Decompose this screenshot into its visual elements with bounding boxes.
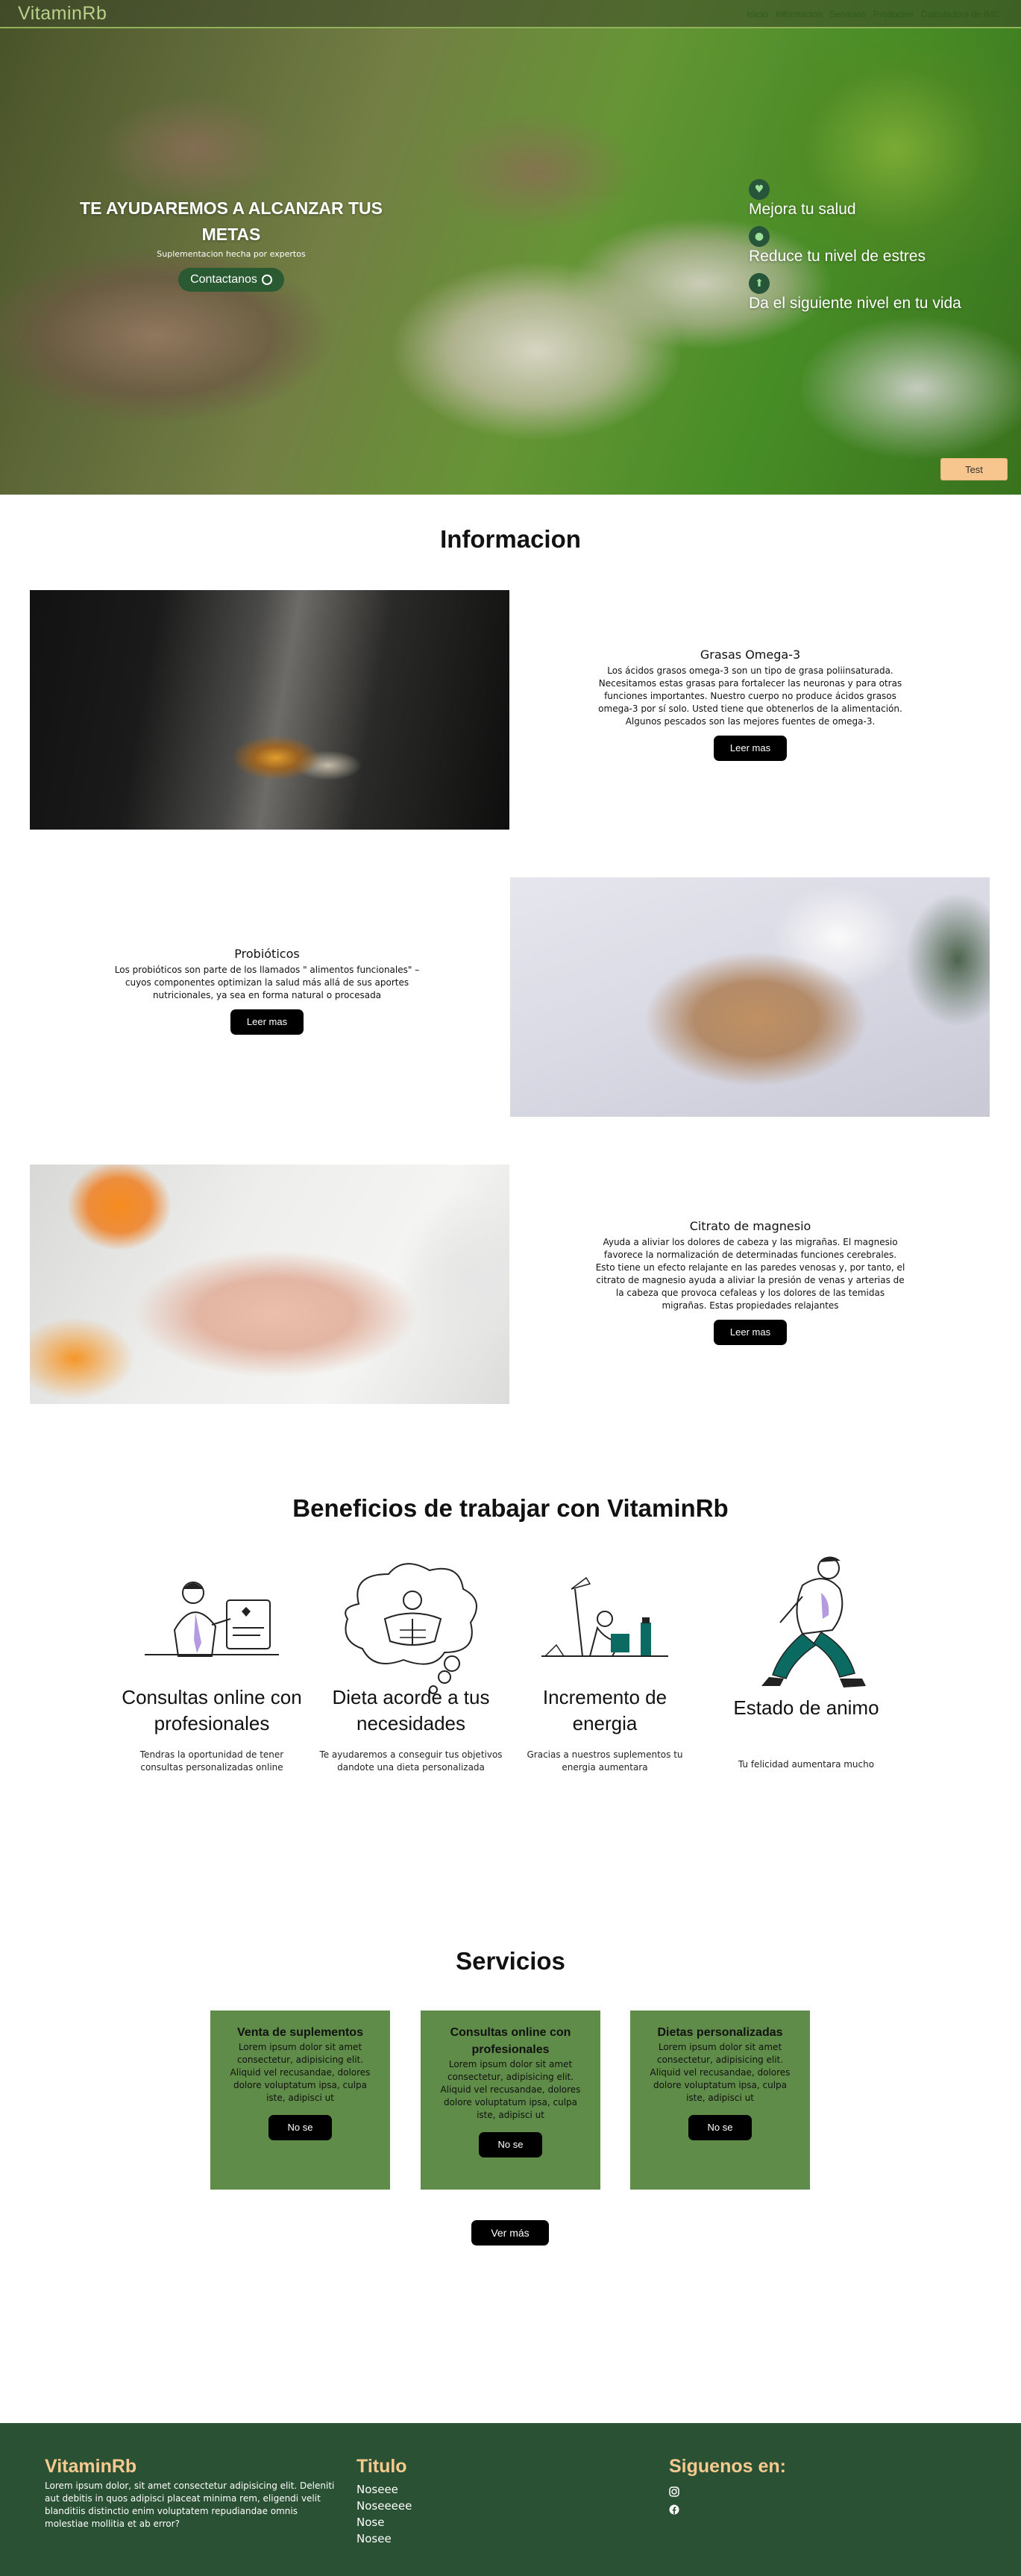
- magnesio-photo: [30, 1165, 509, 1404]
- benefit-text: Te ayudaremos a conseguir tus objetivos …: [319, 1749, 503, 1773]
- footer-link[interactable]: Nosee: [356, 2530, 412, 2547]
- leer-mas-button[interactable]: Leer mas: [713, 736, 788, 761]
- info-item-magnesio: Citrato de magnesio Ayuda a aliviar los …: [594, 1219, 907, 1345]
- no-se-button[interactable]: No se: [478, 2132, 543, 2157]
- hero-title: TE AYUDAREMOS A ALCANZAR TUS METAS: [80, 198, 383, 244]
- hero-intro: TE AYUDAREMOS A ALCANZAR TUS METAS Suple…: [67, 195, 395, 292]
- footer-link[interactable]: Noseeeee: [356, 2498, 412, 2514]
- no-se-button[interactable]: No se: [688, 2115, 753, 2140]
- brain-icon: ●: [749, 226, 770, 247]
- test-button[interactable]: Test: [940, 458, 1008, 480]
- info-item-body: Los probióticos son parte de los llamado…: [114, 965, 420, 1000]
- ver-mas-button[interactable]: Ver más: [471, 2220, 549, 2246]
- benefit-title: Incremento de energia: [542, 1686, 667, 1734]
- facebook-icon[interactable]: [669, 2504, 681, 2516]
- benefit-animo: Estado de animo Tu felicidad aumentara m…: [713, 1552, 899, 1771]
- feature-item: ⬆ Da el siguiente nivel en tu vida: [749, 273, 961, 313]
- footer-links-title: Titulo: [356, 2456, 407, 2477]
- benefit-title: Dieta acorde a tus necesidades: [332, 1686, 490, 1734]
- service-card-title: Dietas personalizadas: [657, 2026, 783, 2039]
- no-se-button[interactable]: No se: [268, 2115, 333, 2140]
- service-card-dietas: Dietas personalizadas Lorem ipsum dolor …: [630, 2011, 810, 2190]
- footer-brand: VitaminRb: [45, 2456, 137, 2477]
- footer-follow-title: Siguenos en:: [669, 2456, 786, 2477]
- benefit-energia: Incremento de energia Gracias a nuestros…: [512, 1559, 698, 1774]
- service-card-consultas: Consultas online con profesionales Lorem…: [421, 2011, 600, 2190]
- feature-label: Reduce tu nivel de estres: [749, 248, 926, 265]
- benefit-text: Tu felicidad aumentara mucho: [738, 1759, 875, 1770]
- benefit-text: Tendras la oportunidad de tener consulta…: [139, 1749, 284, 1773]
- info-item-title: Grasas Omega-3: [700, 648, 801, 662]
- contact-button[interactable]: Contactanos: [178, 268, 284, 292]
- footer-links: Noseee Noseeeee Nose Nosee: [356, 2481, 412, 2547]
- benefit-dieta: Dieta acorde a tus necesidades Te ayudar…: [318, 1559, 504, 1774]
- arrow-up-icon: ⬆: [749, 273, 770, 294]
- thought-bubble-illustration: [345, 1563, 477, 1694]
- hero-banner: VitaminRb Inicio Informacion Servicios P…: [0, 0, 1021, 495]
- hero-features: ♥ Mejora tu salud ● Reduce tu nivel de e…: [749, 179, 961, 320]
- omega3-photo: [30, 590, 509, 830]
- whatsapp-icon: [261, 275, 272, 285]
- benefit-consultas: Consultas online con profesionales Tendr…: [119, 1559, 305, 1774]
- service-card-body: Lorem ipsum dolor sit amet consectetur, …: [440, 2059, 581, 2120]
- instagram-icon[interactable]: [669, 2486, 681, 2498]
- feature-item: ♥ Mejora tu salud: [749, 179, 961, 219]
- feature-item: ● Reduce tu nivel de estres: [749, 226, 961, 266]
- feature-label: Mejora tu salud: [749, 201, 856, 218]
- info-item-title: Probióticos: [234, 947, 300, 961]
- walking-person-illustration: [761, 1556, 866, 1687]
- site-footer: VitaminRb Lorem ipsum dolor, sit amet co…: [0, 2423, 1021, 2576]
- info-item-probioticos: Probióticos Los probióticos son parte de…: [110, 947, 424, 1035]
- main-nav: Inicio Informacion Servicios Productos C…: [747, 9, 1001, 19]
- footer-description: Lorem ipsum dolor, sit amet consectetur …: [45, 2481, 335, 2529]
- benefits-section-title: Beneficios de trabajar con VitaminRb: [292, 1494, 729, 1522]
- contact-button-label: Contactanos: [190, 273, 257, 286]
- footer-link[interactable]: Nose: [356, 2514, 412, 2530]
- leer-mas-button[interactable]: Leer mas: [230, 1009, 304, 1035]
- nav-informacion[interactable]: Informacion: [776, 9, 823, 19]
- service-card-suplementos: Venta de suplementos Lorem ipsum dolor s…: [210, 2011, 390, 2190]
- info-item-body: Ayuda a aliviar los dolores de cabeza y …: [595, 1237, 905, 1311]
- info-item-omega3: Grasas Omega-3 Los ácidos grasos omega-3…: [594, 648, 907, 761]
- nav-servicios[interactable]: Servicios: [829, 9, 866, 19]
- probioticos-photo: [510, 877, 990, 1117]
- feature-label: Da el siguiente nivel en tu vida: [749, 295, 961, 312]
- nav-calculadora-imc[interactable]: Calculadora de IMC: [921, 9, 1000, 19]
- service-card-title: Consultas online con profesionales: [450, 2026, 571, 2056]
- online-consult-illustration: [145, 1582, 279, 1657]
- nav-productos[interactable]: Productos: [873, 9, 914, 19]
- brand-logo[interactable]: VitaminRb: [18, 3, 107, 25]
- info-item-body: Los ácidos grasos omega-3 son un tipo de…: [598, 665, 902, 727]
- nav-inicio[interactable]: Inicio: [747, 9, 768, 19]
- service-card-title: Venta de suplementos: [237, 2026, 363, 2039]
- benefit-title: Consultas online con profesionales: [122, 1686, 302, 1734]
- benefit-text: Gracias a nuestros suplementos tu energi…: [527, 1749, 683, 1773]
- benefit-title: Estado de animo: [733, 1696, 879, 1719]
- leer-mas-button[interactable]: Leer mas: [713, 1320, 788, 1345]
- info-item-title: Citrato de magnesio: [689, 1219, 811, 1233]
- service-card-body: Lorem ipsum dolor sit amet consectetur, …: [230, 2042, 371, 2103]
- service-card-body: Lorem ipsum dolor sit amet consectetur, …: [650, 2042, 791, 2103]
- top-navbar: VitaminRb Inicio Informacion Servicios P…: [0, 0, 1021, 28]
- services-section-title: Servicios: [456, 1947, 565, 1975]
- heart-pulse-icon: ♥: [749, 179, 770, 200]
- info-section-title: Informacion: [440, 525, 581, 553]
- hero-subtitle: Suplementacion hecha por expertos: [157, 249, 306, 259]
- footer-link[interactable]: Noseee: [356, 2481, 412, 2498]
- energy-illustration: [541, 1576, 668, 1657]
- footer-social: [669, 2486, 681, 2522]
